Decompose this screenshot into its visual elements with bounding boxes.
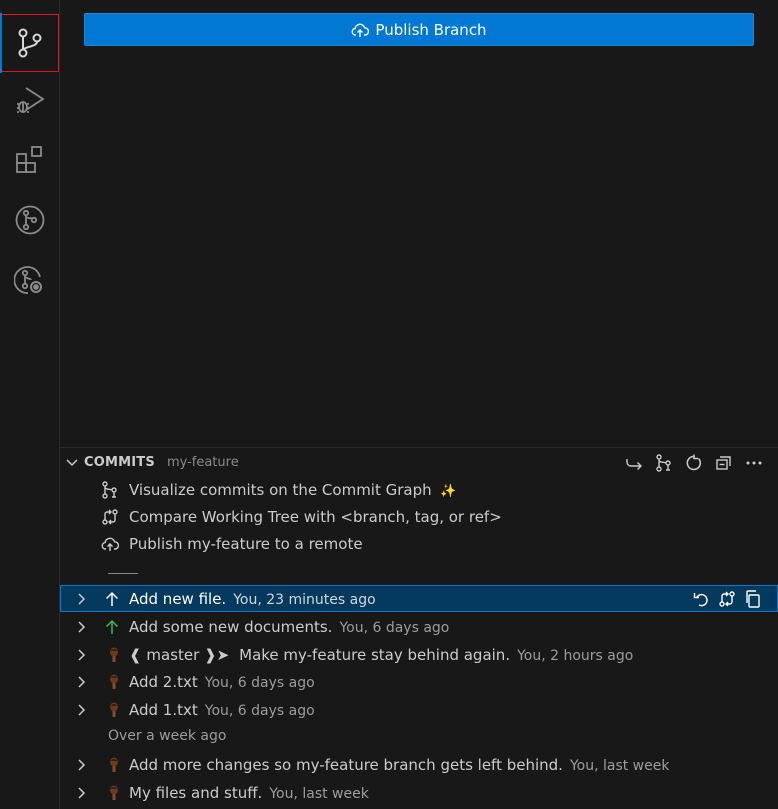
- undo-commit-icon[interactable]: [692, 590, 710, 608]
- commit-message: Add 2.txt: [129, 672, 198, 691]
- sparkle-icon: ✨: [440, 483, 457, 499]
- commit-meta: You, 6 days ago: [339, 619, 450, 636]
- separator: [108, 573, 138, 574]
- commit-graph-icon: [100, 480, 120, 500]
- activity-bar: [0, 0, 60, 809]
- cloud-upload-icon: [100, 534, 120, 554]
- switch-icon[interactable]: [624, 453, 644, 473]
- chevron-right-icon[interactable]: [78, 703, 92, 717]
- commit-row[interactable]: Add some new documents. You, 6 days ago: [60, 613, 778, 640]
- commit-meta: You, 2 hours ago: [517, 647, 634, 664]
- gitlens-inspect-icon: [14, 264, 46, 296]
- commit-row[interactable]: My files and stuff. You, last week: [60, 779, 778, 806]
- commit-meta: You, last week: [569, 757, 670, 774]
- commits-section-header[interactable]: COMMITS my-feature: [60, 447, 778, 477]
- publish-branch-button[interactable]: Publish Branch: [84, 13, 754, 46]
- chevron-right-icon[interactable]: [78, 592, 92, 606]
- commit-message: Add 1.txt: [129, 700, 198, 719]
- publish-remote-label: Publish my-feature to a remote: [129, 534, 363, 553]
- compare-with-icon[interactable]: [718, 590, 736, 608]
- commit-row[interactable]: Add 1.txt You, 6 days ago: [60, 696, 778, 723]
- commit-row-actions: [692, 589, 762, 608]
- gitlens-icon: [14, 204, 46, 236]
- chevron-down-icon: [64, 455, 80, 471]
- collapse-all-icon[interactable]: [714, 453, 734, 473]
- commit-message: Make my-feature stay behind again.: [239, 645, 511, 664]
- commit-meta: You, 6 days ago: [204, 674, 315, 691]
- commit-row[interactable]: Add new file. You, 23 minutes ago: [60, 585, 778, 612]
- commit-row[interactable]: ❰ master ❱➤ Make my-feature stay behind a…: [60, 641, 778, 668]
- run-debug-tab[interactable]: [0, 70, 60, 130]
- gitlens-tab[interactable]: [0, 190, 60, 250]
- visualize-graph-row[interactable]: Visualize commits on the Commit Graph ✨: [60, 476, 778, 503]
- chevron-right-icon[interactable]: [78, 675, 92, 689]
- extensions-icon: [14, 144, 46, 176]
- commit-meta: You, last week: [269, 785, 369, 802]
- source-control-tab[interactable]: [0, 13, 60, 73]
- commit-meta: You, 23 minutes ago: [233, 591, 376, 608]
- commit-message: My files and stuff.: [129, 783, 263, 802]
- commits-title: COMMITS: [84, 455, 155, 470]
- branch-tag: ❰ master ❱➤: [129, 645, 230, 664]
- cloud-upload-icon: [351, 22, 370, 38]
- date-group-label: Over a week ago: [108, 728, 227, 744]
- avatar-icon: [104, 755, 124, 775]
- source-control-sidebar: Publish Branch COMMITS my-feature Visual…: [60, 0, 778, 809]
- chevron-right-icon[interactable]: [78, 648, 92, 662]
- publish-branch-label: Publish Branch: [375, 20, 487, 39]
- extensions-tab[interactable]: [0, 130, 60, 190]
- chevron-right-icon[interactable]: [78, 620, 92, 634]
- visualize-graph-label: Visualize commits on the Commit Graph: [129, 480, 432, 499]
- commits-toolbar: [624, 453, 764, 473]
- arrow-up-icon: [102, 589, 122, 609]
- chevron-right-icon[interactable]: [78, 786, 92, 800]
- avatar-icon: [104, 672, 124, 692]
- chevron-right-icon[interactable]: [78, 758, 92, 772]
- arrow-up-green-icon: [102, 617, 122, 637]
- commit-message: Add new file.: [129, 589, 227, 608]
- commit-row[interactable]: Add more changes so my-feature branch ge…: [60, 751, 778, 778]
- gitlens-inspect-tab[interactable]: [0, 250, 60, 310]
- commit-message: Add more changes so my-feature branch ge…: [129, 755, 563, 774]
- publish-remote-row[interactable]: Publish my-feature to a remote: [60, 530, 778, 557]
- avatar-icon: [104, 783, 124, 803]
- compare-working-tree-row[interactable]: Compare Working Tree with <branch, tag, …: [60, 503, 778, 530]
- avatar-icon: [104, 700, 124, 720]
- commit-meta: You, 6 days ago: [204, 702, 315, 719]
- more-icon[interactable]: [744, 453, 764, 473]
- commit-row[interactable]: Add 2.txt You, 6 days ago: [60, 668, 778, 695]
- compare-icon: [100, 507, 120, 527]
- avatar-icon: [104, 645, 124, 665]
- run-debug-icon: [14, 84, 46, 116]
- commit-message: Add some new documents.: [129, 617, 333, 636]
- copy-icon[interactable]: [744, 589, 762, 608]
- compare-working-tree-label: Compare Working Tree with <branch, tag, …: [129, 507, 502, 526]
- source-control-icon: [16, 28, 44, 58]
- commits-branch-name: my-feature: [166, 455, 239, 470]
- graph-icon[interactable]: [654, 453, 674, 473]
- refresh-icon[interactable]: [684, 453, 704, 473]
